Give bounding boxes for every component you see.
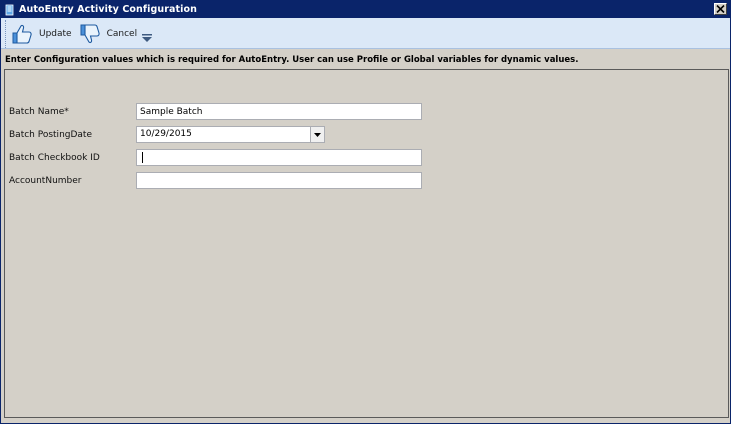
chevron-down-icon [142,34,152,42]
toolbar-overflow-button[interactable] [141,33,153,43]
batch-checkbook-id-input[interactable] [136,149,422,166]
config-window: AutoEntry Activity Configuration Update [0,0,731,424]
close-button[interactable] [714,3,727,15]
document-icon [4,4,16,16]
batch-posting-date-picker[interactable]: 10/29/2015 [136,126,325,143]
update-label: Update [39,29,72,39]
batch-name-input[interactable] [136,103,422,120]
batch-posting-date-label: Batch PostingDate [9,130,92,140]
window-title: AutoEntry Activity Configuration [19,4,198,15]
form-panel: Batch Name* Batch PostingDate 10/29/2015… [4,69,729,418]
account-number-label: AccountNumber [9,176,82,186]
thumbs-up-icon [11,23,33,45]
title-bar[interactable]: AutoEntry Activity Configuration [1,1,730,18]
account-number-input[interactable] [136,172,422,189]
thumbs-down-icon [79,23,101,45]
batch-posting-date-value: 10/29/2015 [140,129,192,139]
date-dropdown-button[interactable] [310,127,324,142]
batch-checkbook-id-label: Batch Checkbook ID [9,153,100,163]
action-toolbar: Update Cancel [5,20,161,48]
dropdown-arrow-icon [314,132,321,137]
update-button[interactable]: Update [11,23,72,45]
cancel-button[interactable]: Cancel [79,23,138,45]
text-caret [142,152,143,163]
cancel-label: Cancel [106,29,138,39]
instructions-text: Enter Configuration values which is requ… [5,55,579,65]
batch-name-label: Batch Name* [9,107,69,117]
close-icon [716,5,725,13]
ribbon-toolbar: Update Cancel [1,18,730,49]
